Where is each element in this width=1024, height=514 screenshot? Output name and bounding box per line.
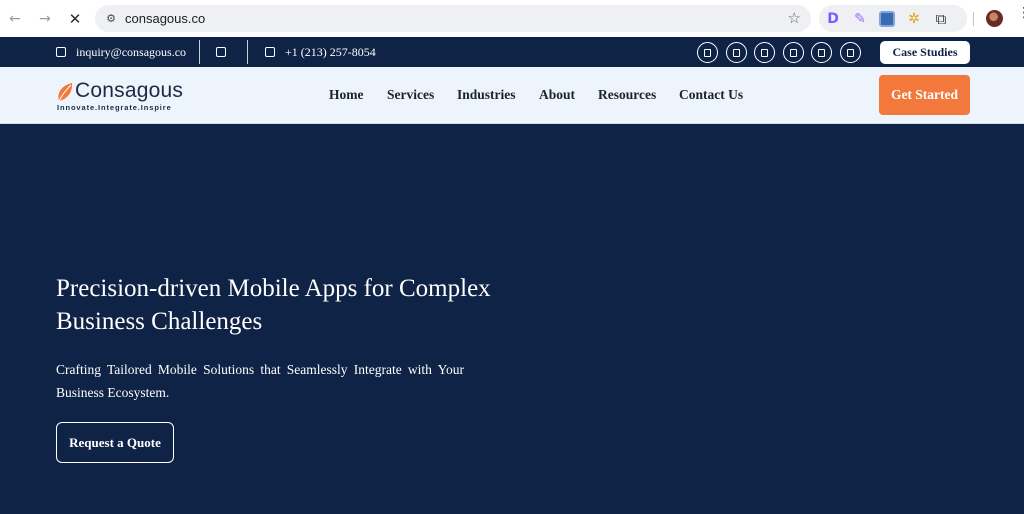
phone-contact[interactable]: +1 (213) 257-8054 xyxy=(265,37,376,67)
address-url[interactable]: consagous.co xyxy=(125,11,205,26)
social-icon-3[interactable] xyxy=(754,42,775,63)
email-contact[interactable]: inquiry@consagous.co xyxy=(56,37,186,67)
nav-industries[interactable]: Industries xyxy=(457,87,516,103)
nav-services[interactable]: Services xyxy=(387,87,434,103)
toolbar-divider xyxy=(973,12,974,26)
get-started-button[interactable]: Get Started xyxy=(879,75,970,115)
social-icon-5[interactable] xyxy=(811,42,832,63)
email-text[interactable]: inquiry@consagous.co xyxy=(76,45,186,60)
bookmark-star-icon[interactable]: ☆ xyxy=(788,9,801,27)
social-glyph-icon xyxy=(790,48,797,57)
social-icon-2[interactable] xyxy=(726,42,747,63)
topbar-divider xyxy=(199,40,200,64)
puzzle-extensions-icon[interactable]: ⧉ xyxy=(933,10,949,28)
logo-tagline: Innovate.Integrate.Inspire xyxy=(57,103,172,112)
nav-contact-us[interactable]: Contact Us xyxy=(679,87,743,103)
bug-extension-icon[interactable]: ✲ xyxy=(906,11,922,27)
case-studies-button[interactable]: Case Studies xyxy=(880,41,970,64)
mail-icon xyxy=(56,47,66,57)
social-glyph-icon xyxy=(818,48,825,57)
social-glyph-icon xyxy=(733,48,740,57)
address-bar[interactable]: ⚙ consagous.co ☆ xyxy=(95,5,811,32)
browser-menu-icon[interactable]: ⋮ xyxy=(1017,6,1024,20)
social-icon-4[interactable] xyxy=(783,42,804,63)
location-contact[interactable] xyxy=(216,37,236,67)
hero-title: Precision-driven Mobile Apps for Complex… xyxy=(56,275,491,335)
topbar-divider xyxy=(247,40,248,64)
nav-about[interactable]: About xyxy=(539,87,575,103)
social-glyph-icon xyxy=(847,48,854,57)
d-extension-icon[interactable]: D xyxy=(825,11,841,27)
social-glyph-icon xyxy=(761,48,768,57)
location-icon[interactable] xyxy=(216,47,226,57)
hero-section: Precision-driven Mobile Apps for Complex… xyxy=(0,124,1024,514)
request-quote-button[interactable]: Request a Quote xyxy=(56,422,174,463)
hero-subtitle: Crafting Tailored Mobile Solutions that … xyxy=(56,362,464,400)
browser-toolbar: ← → ✕ ⚙ consagous.co ☆ D ✎ ✲ ⧉ ⋮ xyxy=(0,0,1024,37)
back-icon[interactable]: ← xyxy=(3,7,27,31)
social-icon-6[interactable] xyxy=(840,42,861,63)
nav-resources[interactable]: Resources xyxy=(598,87,656,103)
nav-home[interactable]: Home xyxy=(329,87,364,103)
profile-avatar[interactable] xyxy=(986,10,1003,27)
consagous-logo[interactable]: Consagous Innovate.Integrate.Inspire xyxy=(56,79,186,115)
square-extension-icon[interactable] xyxy=(879,10,895,27)
site-info-icon[interactable]: ⚙ xyxy=(103,11,119,27)
extensions-group: D ✎ ✲ ⧉ xyxy=(819,5,967,32)
site-header: Consagous Innovate.Integrate.Inspire Hom… xyxy=(0,67,1024,124)
logo-leaf-icon xyxy=(58,83,73,102)
top-info-bar: inquiry@consagous.co +1 (213) 257-8054 xyxy=(0,37,1024,67)
social-glyph-icon xyxy=(704,48,711,57)
stop-loading-icon[interactable]: ✕ xyxy=(63,7,87,31)
phone-icon xyxy=(265,47,275,57)
pen-extension-icon[interactable]: ✎ xyxy=(852,11,868,27)
forward-icon[interactable]: → xyxy=(33,7,57,31)
phone-text[interactable]: +1 (213) 257-8054 xyxy=(285,45,376,60)
social-icon-1[interactable] xyxy=(697,42,718,63)
logo-wordmark: Consagous xyxy=(75,79,184,102)
